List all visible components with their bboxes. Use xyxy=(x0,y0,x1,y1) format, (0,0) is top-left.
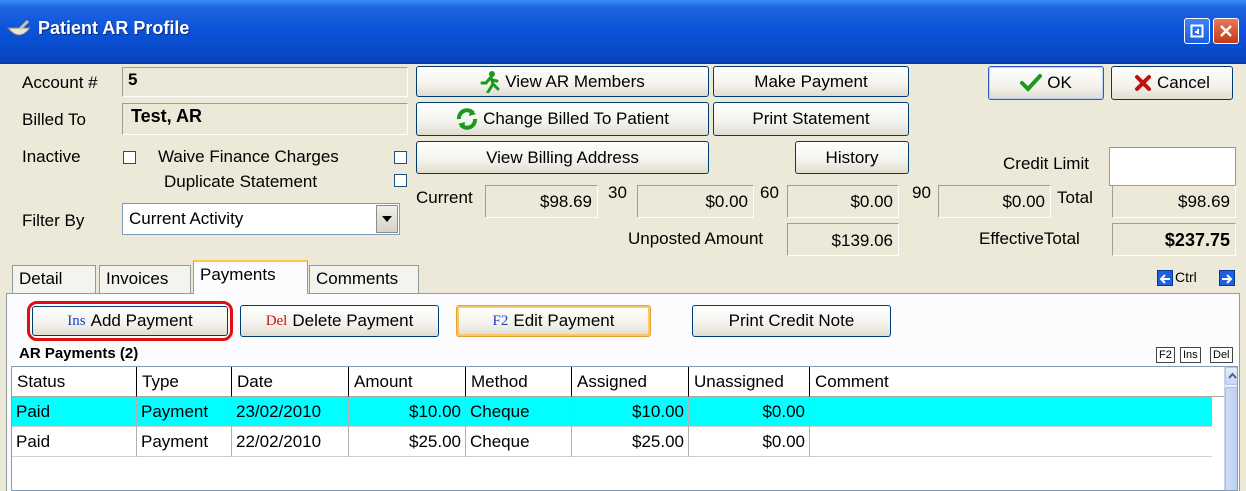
mortar-pestle-icon xyxy=(6,20,32,36)
unposted-amount-label: Unposted Amount xyxy=(628,229,764,248)
previous-tab-arrow-icon[interactable] xyxy=(1157,270,1173,286)
history-button[interactable]: History xyxy=(795,141,909,174)
cell-type: Payment xyxy=(137,427,232,457)
running-man-icon xyxy=(480,70,500,93)
cell-date: 23/02/2010 xyxy=(232,397,349,427)
cell-amount: $10.00 xyxy=(349,397,466,427)
cell-date: 22/02/2010 xyxy=(232,427,349,457)
tab-invoices[interactable]: Invoices xyxy=(99,265,191,293)
cell-method: Cheque xyxy=(466,397,572,427)
patient-ar-profile-window: Patient AR Profile Account # 5 Billed To… xyxy=(0,0,1246,491)
close-icon xyxy=(1220,25,1232,37)
duplicate-statement-checkbox[interactable] xyxy=(394,174,407,187)
view-ar-members-button[interactable]: View AR Members xyxy=(416,66,709,97)
inactive-label: Inactive xyxy=(22,147,81,166)
restore-icon xyxy=(1190,24,1204,38)
change-billed-to-patient-button[interactable]: Change Billed To Patient xyxy=(416,102,709,136)
cell-method: Cheque xyxy=(466,427,572,457)
filter-by-label: Filter By xyxy=(22,211,85,230)
waive-finance-checkbox[interactable] xyxy=(394,151,407,164)
current-amount: $98.69 xyxy=(485,185,598,218)
grid-title: AR Payments (2) xyxy=(19,345,139,362)
tab-nav-ctrl-label: Ctrl xyxy=(1175,269,1197,285)
chevron-down-icon[interactable] xyxy=(376,205,398,233)
effective-total-amount: $237.75 xyxy=(1112,223,1236,256)
delete-payment-button[interactable]: Del Delete Payment xyxy=(240,305,439,337)
credit-limit-label: Credit Limit xyxy=(1003,154,1089,173)
aging-30-amount: $0.00 xyxy=(637,185,754,218)
duplicate-statement-label: Duplicate Statement xyxy=(164,172,318,191)
column-header-amount[interactable]: Amount xyxy=(349,367,466,397)
edit-payment-button[interactable]: F2 Edit Payment xyxy=(456,305,651,337)
table-row[interactable]: Paid Payment 23/02/2010 $10.00 Cheque $1… xyxy=(12,397,1212,427)
cell-comment xyxy=(810,427,1212,457)
cell-assigned: $25.00 xyxy=(572,427,689,457)
del-shortcut-badge[interactable]: Del xyxy=(1210,347,1233,363)
current-label: Current xyxy=(416,188,473,207)
cell-type: Payment xyxy=(137,397,232,427)
effective-total-label: EffectiveTotal xyxy=(979,229,1080,248)
vertical-scrollbar[interactable] xyxy=(1224,367,1237,490)
total-amount: $98.69 xyxy=(1112,185,1236,218)
cell-amount: $25.00 xyxy=(349,427,466,457)
ok-button[interactable]: OK xyxy=(988,66,1104,100)
aging-30-label: 30 xyxy=(608,183,627,202)
column-header-unassigned[interactable]: Unassigned xyxy=(689,367,810,397)
window-title: Patient AR Profile xyxy=(38,18,190,38)
title-bar[interactable]: Patient AR Profile xyxy=(0,0,1246,64)
table-row[interactable]: Paid Payment 22/02/2010 $25.00 Cheque $2… xyxy=(12,427,1212,457)
column-header-method[interactable]: Method xyxy=(466,367,572,397)
column-header-date[interactable]: Date xyxy=(232,367,349,397)
restore-button[interactable] xyxy=(1184,18,1210,44)
scroll-thumb[interactable] xyxy=(1225,387,1237,490)
column-header-comment[interactable]: Comment xyxy=(810,367,1224,397)
close-button[interactable] xyxy=(1213,18,1239,44)
account-label: Account # xyxy=(22,73,98,92)
refresh-icon xyxy=(457,108,478,130)
aging-90-amount: $0.00 xyxy=(938,185,1051,218)
inactive-checkbox[interactable] xyxy=(123,151,136,164)
checkmark-icon xyxy=(1020,74,1043,92)
scroll-up-arrow-icon[interactable] xyxy=(1225,367,1237,385)
aging-90-label: 90 xyxy=(912,183,931,202)
tab-comments[interactable]: Comments xyxy=(309,265,419,293)
waive-finance-label: Waive Finance Charges xyxy=(158,147,339,166)
view-billing-address-button[interactable]: View Billing Address xyxy=(416,141,709,174)
print-credit-note-button[interactable]: Print Credit Note xyxy=(692,305,891,337)
cell-status: Paid xyxy=(12,427,137,457)
billed-to-label: Billed To xyxy=(22,110,86,129)
tab-detail[interactable]: Detail xyxy=(12,265,96,293)
ins-shortcut-badge[interactable]: Ins xyxy=(1180,347,1201,363)
cell-unassigned: $0.00 xyxy=(689,427,810,457)
filter-selected-value: Current Activity xyxy=(129,209,244,228)
unposted-amount: $139.06 xyxy=(787,223,899,256)
account-number-field: 5 xyxy=(122,67,408,97)
aging-60-amount: $0.00 xyxy=(787,185,899,218)
f2-shortcut-badge[interactable]: F2 xyxy=(1156,347,1175,363)
cell-status: Paid xyxy=(12,397,137,427)
cell-assigned: $10.00 xyxy=(572,397,689,427)
cell-comment xyxy=(810,397,1212,427)
filter-by-dropdown[interactable]: Current Activity xyxy=(122,203,400,235)
cancel-button[interactable]: Cancel xyxy=(1111,66,1233,100)
credit-limit-input[interactable] xyxy=(1109,147,1236,186)
next-tab-arrow-icon[interactable] xyxy=(1219,270,1235,286)
cell-unassigned: $0.00 xyxy=(689,397,810,427)
column-header-assigned[interactable]: Assigned xyxy=(572,367,689,397)
tab-payments[interactable]: Payments xyxy=(193,260,308,294)
make-payment-button[interactable]: Make Payment xyxy=(713,66,909,97)
ar-payments-grid[interactable]: Status Type Date Amount Method Assigned … xyxy=(11,366,1238,491)
billed-to-field: Test, AR xyxy=(122,103,408,135)
aging-60-label: 60 xyxy=(760,183,779,202)
column-header-status[interactable]: Status xyxy=(12,367,137,397)
total-label: Total xyxy=(1057,188,1093,207)
column-header-type[interactable]: Type xyxy=(137,367,232,397)
add-payment-button[interactable]: Ins Add Payment xyxy=(32,306,228,336)
red-x-icon xyxy=(1135,75,1152,91)
print-statement-button[interactable]: Print Statement xyxy=(713,102,909,136)
